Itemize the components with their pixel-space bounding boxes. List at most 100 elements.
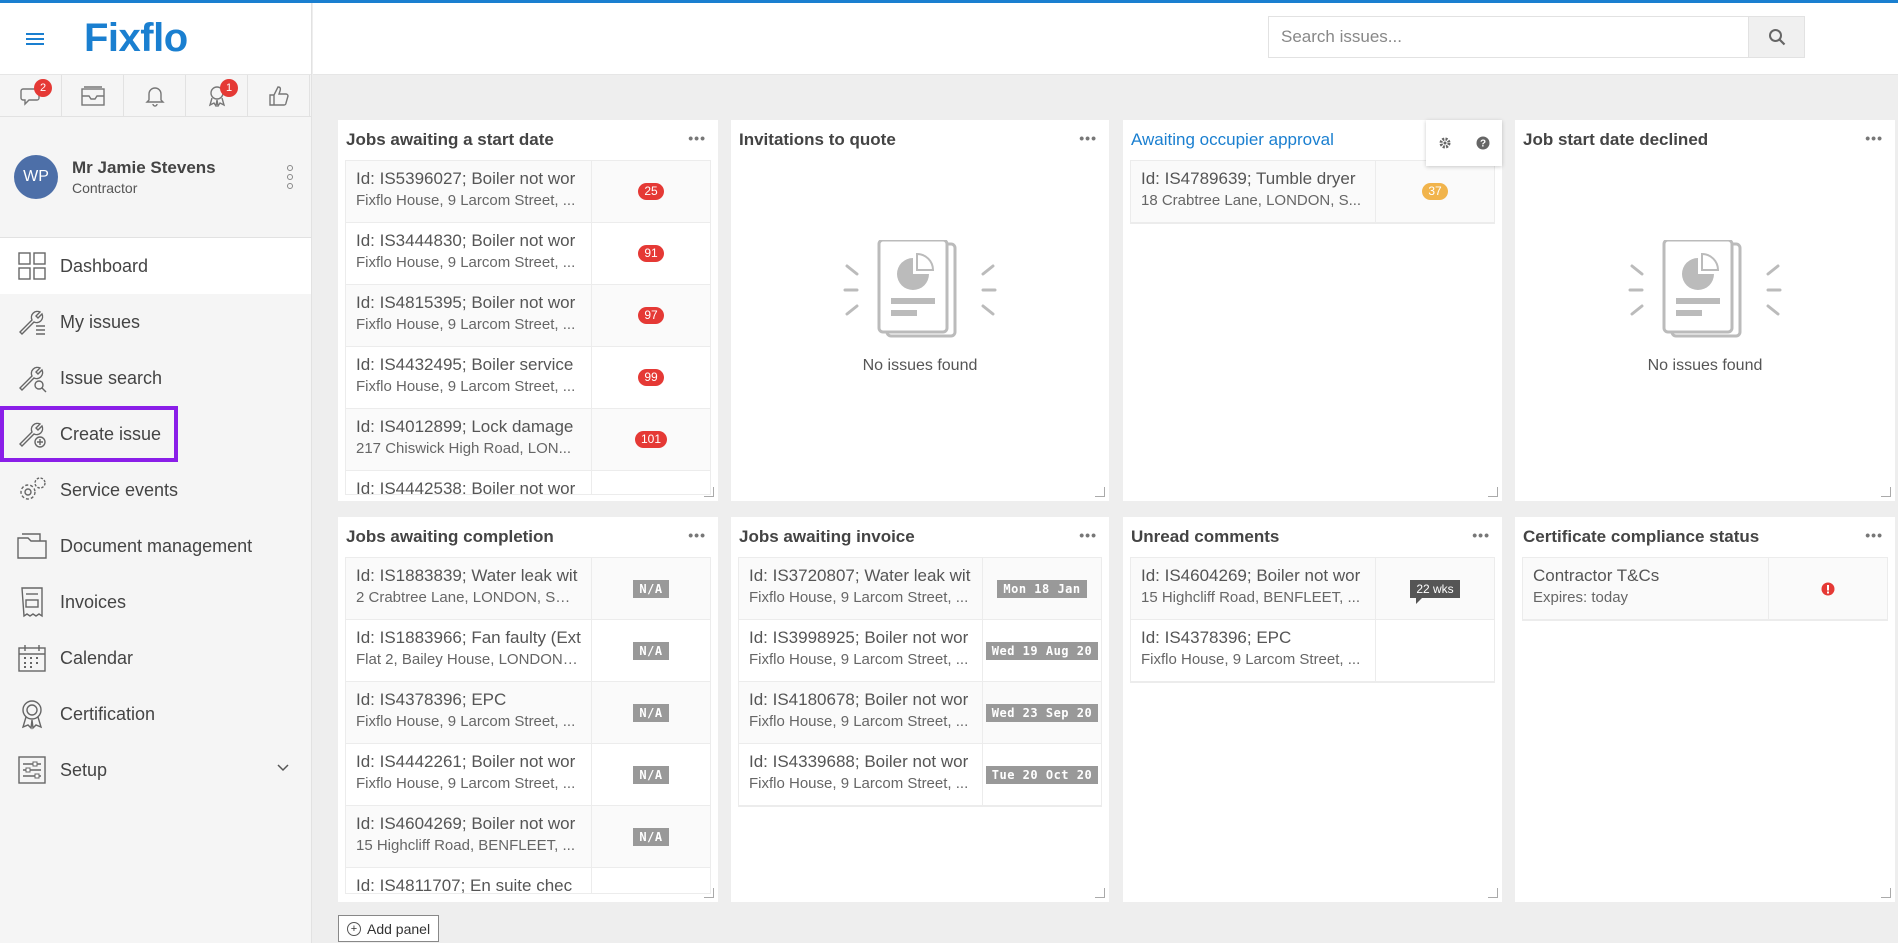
- table-row[interactable]: Id: IS4789639; Tumble dryer 18 Crabtree L…: [1131, 161, 1494, 223]
- table-row[interactable]: Id: IS4815395; Boiler not wor Fixflo Hous…: [346, 285, 710, 347]
- issue-address: Fixflo House, 9 Larcom Street, ...: [749, 589, 969, 606]
- nav-setup[interactable]: Setup: [0, 742, 311, 798]
- resize-handle[interactable]: [704, 487, 714, 497]
- table-row[interactable]: Id: IS4378396; EPC Fixflo House, 9 Larcom…: [1131, 620, 1494, 682]
- table-row[interactable]: Id: IS3720807; Water leak wit Fixflo Hous…: [739, 558, 1101, 620]
- panel-awaiting-occupier-approval: Awaiting occupier approval ? Id: IS47896…: [1123, 120, 1502, 501]
- resize-handle[interactable]: [1488, 487, 1498, 497]
- table-row[interactable]: Id: IS4180678; Boiler not wor Fixflo Hous…: [739, 682, 1101, 744]
- due-tag: N/A: [633, 641, 669, 660]
- panel-menu-icon[interactable]: •••: [1865, 130, 1883, 146]
- nav-calendar[interactable]: Calendar: [0, 630, 311, 686]
- settings-gear-icon[interactable]: [1438, 136, 1452, 150]
- panel-menu-icon[interactable]: •••: [1079, 130, 1097, 146]
- panel-menu-icon[interactable]: •••: [1865, 527, 1883, 543]
- nav-invoices[interactable]: Invoices: [0, 574, 311, 630]
- search-input[interactable]: [1269, 17, 1748, 57]
- nav-my-issues[interactable]: My issues: [0, 294, 311, 350]
- table-row[interactable]: Id: IS4604269; Boiler not wor 15 Highclif…: [1131, 558, 1494, 620]
- add-panel-label: Add panel: [367, 920, 431, 937]
- nav-service-events[interactable]: Service events: [0, 462, 311, 518]
- empty-state: No issues found: [1515, 238, 1895, 375]
- top-bar: [313, 3, 1898, 75]
- panel-title-link[interactable]: Awaiting occupier approval: [1131, 130, 1334, 150]
- nav-certification[interactable]: Certification: [0, 686, 311, 742]
- issue-id: Id: IS4378396; EPC: [1141, 628, 1292, 647]
- issue-id: Id: IS4432495; Boiler service: [356, 355, 574, 374]
- quick-messages-button[interactable]: 2: [0, 75, 62, 116]
- table-row[interactable]: Id: IS4339688; Boiler not wor Fixflo Hous…: [739, 744, 1101, 806]
- quick-awards-button[interactable]: 1: [186, 75, 248, 116]
- resize-handle[interactable]: [1881, 487, 1891, 497]
- nav-issue-search[interactable]: Issue search: [0, 350, 311, 406]
- hamburger-menu-icon[interactable]: [0, 32, 70, 45]
- panel-menu-icon[interactable]: •••: [1472, 527, 1490, 543]
- table-row[interactable]: Id: IS4442538; Boiler not wor: [346, 471, 710, 494]
- add-panel-button[interactable]: + Add panel: [338, 915, 440, 942]
- issue-address: Fixflo House, 9 Larcom Street, ...: [749, 651, 969, 668]
- resize-handle[interactable]: [1095, 487, 1105, 497]
- resize-handle[interactable]: [704, 888, 714, 898]
- table-row[interactable]: Id: IS3998925; Boiler not wor Fixflo Hous…: [739, 620, 1101, 682]
- avatar[interactable]: WP: [14, 155, 58, 199]
- table-row[interactable]: Contractor T&Cs Expires: today: [1523, 558, 1887, 620]
- resize-handle[interactable]: [1095, 888, 1105, 898]
- issue-id: Id: IS1883966; Fan faulty (Ext: [356, 628, 581, 647]
- resize-handle[interactable]: [1881, 888, 1891, 898]
- user-menu-icon[interactable]: [287, 165, 293, 189]
- wrench-plus-icon: [19, 422, 46, 448]
- table-row[interactable]: Id: IS4811707; En suite chec: [346, 868, 710, 893]
- panel-menu-icon[interactable]: •••: [1079, 527, 1097, 543]
- nav-dashboard-label: Dashboard: [60, 255, 149, 276]
- issue-address: Fixflo House, 9 Larcom Street, ...: [749, 775, 969, 792]
- table-row[interactable]: Id: IS4442261; Boiler not wor Fixflo Hous…: [346, 744, 710, 806]
- table-row[interactable]: Id: IS4012899; Lock damage 217 Chiswick H…: [346, 409, 710, 471]
- panel-title: Invitations to quote: [739, 130, 896, 149]
- svg-text:?: ?: [1480, 139, 1486, 150]
- issue-address: Fixflo House, 9 Larcom Street, ...: [356, 254, 576, 271]
- due-tag: N/A: [633, 703, 669, 722]
- empty-message: No issues found: [1647, 357, 1763, 374]
- user-name: Mr Jamie Stevens: [72, 158, 216, 177]
- nav-setup-label: Setup: [60, 759, 108, 780]
- table-row[interactable]: Id: IS1883839; Water leak wit 2 Crabtree …: [346, 558, 710, 620]
- nav-document-management[interactable]: Document management: [0, 518, 311, 574]
- date-tag: Wed 19 Aug 20: [985, 641, 1099, 660]
- nav-issue-search-label: Issue search: [60, 367, 163, 388]
- panel-title: Job start date declined: [1523, 130, 1709, 149]
- logo[interactable]: Fixflo: [84, 16, 188, 61]
- issue-list: Id: IS3720807; Water leak wit Fixflo Hous…: [738, 557, 1102, 807]
- nav-create-issue[interactable]: Create issue: [0, 406, 178, 462]
- issue-id: Id: IS3720807; Water leak wit: [749, 566, 971, 585]
- table-row[interactable]: Id: IS4378396; EPC Fixflo House, 9 Larcom…: [346, 682, 710, 744]
- chevron-down-icon[interactable]: [277, 764, 289, 772]
- days-badge: 37: [1422, 183, 1448, 200]
- table-row[interactable]: Id: IS4432495; Boiler service Fixflo Hous…: [346, 347, 710, 409]
- quick-thumbs-up-button[interactable]: [248, 75, 310, 116]
- search-button[interactable]: [1748, 17, 1804, 57]
- date-tag: Tue 20 Oct 20: [985, 765, 1099, 784]
- issue-id: Id: IS3998925; Boiler not wor: [749, 628, 969, 647]
- quick-inbox-button[interactable]: [62, 75, 124, 116]
- panel-certificate-compliance: Certificate compliance status ••• Contrac…: [1515, 517, 1895, 902]
- table-row[interactable]: Id: IS1883966; Fan faulty (Ext Flat 2, Ba…: [346, 620, 710, 682]
- user-role: Contractor: [72, 180, 138, 196]
- table-row[interactable]: Id: IS4604269; Boiler not wor 15 Highclif…: [346, 806, 710, 868]
- panel-toolbar: ?: [1426, 120, 1502, 166]
- issue-id: Id: IS4339688; Boiler not wor: [749, 752, 969, 771]
- days-badge: 25: [638, 183, 664, 200]
- table-row[interactable]: Id: IS5396027; Boiler not wor Fixflo Hous…: [346, 161, 710, 223]
- certificate-icon: [21, 700, 43, 730]
- quick-notifications-button[interactable]: [124, 75, 186, 116]
- nav-service-events-label: Service events: [60, 479, 179, 500]
- date-tag: Wed 23 Sep 20: [985, 703, 1099, 722]
- comment-list: Id: IS4604269; Boiler not wor 15 Highclif…: [1130, 557, 1495, 683]
- panel-menu-icon[interactable]: •••: [688, 527, 706, 543]
- panel-title: Unread comments: [1131, 527, 1280, 546]
- wrench-list-icon: [19, 310, 45, 335]
- help-icon[interactable]: ?: [1476, 136, 1490, 150]
- resize-handle[interactable]: [1488, 888, 1498, 898]
- nav-dashboard[interactable]: Dashboard: [0, 238, 311, 294]
- panel-menu-icon[interactable]: •••: [688, 130, 706, 146]
- table-row[interactable]: Id: IS3444830; Boiler not wor Fixflo Hous…: [346, 223, 710, 285]
